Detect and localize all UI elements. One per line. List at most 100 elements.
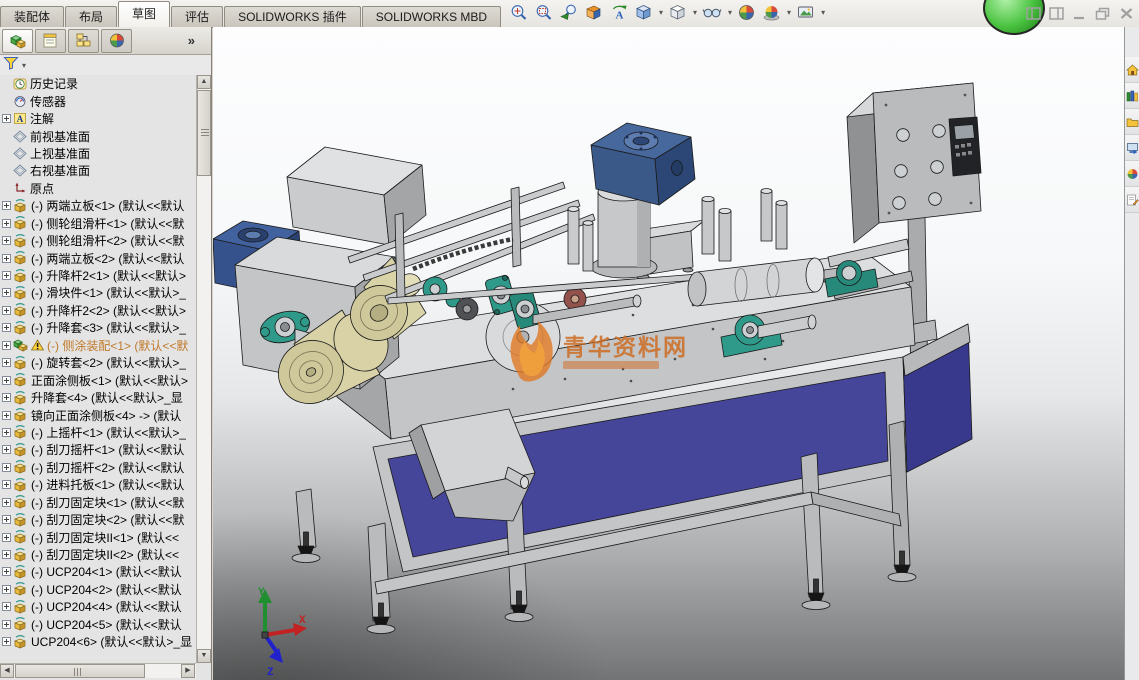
custom-properties-icon[interactable] <box>1125 187 1139 213</box>
close-button[interactable] <box>1119 7 1134 20</box>
filter-caret[interactable]: ▾ <box>22 61 26 70</box>
tab-草图[interactable]: 草图 <box>118 1 170 27</box>
expand-icon[interactable] <box>2 411 13 420</box>
view-orientation-icon[interactable] <box>633 2 654 23</box>
tab-布局[interactable]: 布局 <box>65 6 117 27</box>
display-style-caret[interactable]: ▾ <box>693 8 697 17</box>
tree-item[interactable]: (-) 刮刀固定块II<1> (默认<< <box>0 528 196 545</box>
tree-item[interactable]: (-) 升降杆2<2> (默认<<默认> <box>0 302 196 319</box>
tree-item[interactable]: (-) 升降杆2<1> (默认<<默认> <box>0 267 196 284</box>
tree-item[interactable]: 上视基准面 <box>0 145 196 162</box>
tab-装配体[interactable]: 装配体 <box>0 6 64 27</box>
solidworks-resources-icon[interactable] <box>1125 57 1139 83</box>
tree-item[interactable]: 镜向正面涂侧板<4> -> (默认 <box>0 406 196 423</box>
previous-view-icon[interactable] <box>558 2 579 23</box>
expand-icon[interactable] <box>2 393 13 402</box>
expand-icon[interactable] <box>2 376 13 385</box>
expand-icon[interactable] <box>2 236 13 245</box>
expand-icon[interactable] <box>2 637 13 646</box>
expand-icon[interactable] <box>2 219 13 228</box>
toggle-left-pane-button[interactable] <box>1026 7 1041 20</box>
section-view-icon[interactable] <box>583 2 604 23</box>
tree-item[interactable]: (-) UCP204<4> (默认<<默认 <box>0 598 196 615</box>
tree-vertical-scrollbar[interactable]: ▲ ▼ <box>196 75 211 663</box>
tree-item[interactable]: (-) 侧轮组滑杆<2> (默认<<默 <box>0 232 196 249</box>
view-settings-caret[interactable]: ▾ <box>821 8 825 17</box>
expand-icon[interactable] <box>2 498 13 507</box>
hide-show-items-icon[interactable] <box>701 2 723 23</box>
view-orientation-caret[interactable]: ▾ <box>659 8 663 17</box>
tree-item[interactable]: (-) 旋转套<2> (默认<<默认>_ <box>0 354 196 371</box>
tree-item[interactable]: 正面涂侧板<1> (默认<<默认> <box>0 371 196 388</box>
tree-item[interactable]: (-) 侧轮组滑杆<1> (默认<<默 <box>0 215 196 232</box>
expand-icon[interactable] <box>2 288 13 297</box>
scroll-down-arrow[interactable]: ▼ <box>197 649 211 663</box>
tab-SOLIDWORKS 插件[interactable]: SOLIDWORKS 插件 <box>224 6 361 27</box>
expand-icon[interactable] <box>2 550 13 559</box>
tree-item[interactable]: (-) 上摇杆<1> (默认<<默认>_ <box>0 424 196 441</box>
tree-item[interactable]: (-) UCP204<1> (默认<<默认 <box>0 563 196 580</box>
expand-icon[interactable] <box>2 515 13 524</box>
expand-icon[interactable] <box>2 533 13 542</box>
zoom-to-fit-icon[interactable] <box>508 2 529 23</box>
propertymanager-tab[interactable] <box>35 29 66 53</box>
expand-icon[interactable] <box>2 341 13 350</box>
tree-item[interactable]: (-) 滑块件<1> (默认<<默认>_ <box>0 284 196 301</box>
tree-item[interactable]: 原点 <box>0 180 196 197</box>
expand-icon[interactable] <box>2 306 13 315</box>
expand-icon[interactable] <box>2 428 13 437</box>
tree-item[interactable]: 历史记录 <box>0 75 196 92</box>
tree-item[interactable]: 传感器 <box>0 92 196 109</box>
panel-overflow-button[interactable]: » <box>188 33 195 48</box>
displaymanager-tab[interactable] <box>101 29 132 53</box>
tree-item[interactable]: A注解 <box>0 110 196 127</box>
tree-item[interactable]: (-) 刮刀摇杆<2> (默认<<默认 <box>0 459 196 476</box>
hide-show-items-caret[interactable]: ▾ <box>728 8 732 17</box>
expand-icon[interactable] <box>2 201 13 210</box>
horizontal-scroll-thumb[interactable] <box>15 664 145 678</box>
tree-item[interactable]: (-) 两端立板<1> (默认<<默认 <box>0 197 196 214</box>
tab-SOLIDWORKS MBD[interactable]: SOLIDWORKS MBD <box>362 6 501 27</box>
vertical-scroll-thumb[interactable] <box>197 90 211 176</box>
scroll-left-arrow[interactable]: ◀ <box>0 664 14 678</box>
expand-icon[interactable] <box>2 602 13 611</box>
expand-icon[interactable] <box>2 567 13 576</box>
expand-icon[interactable] <box>2 254 13 263</box>
tree-item[interactable]: 右视基准面 <box>0 162 196 179</box>
tree-horizontal-scrollbar[interactable]: ◀ ▶ <box>0 663 196 678</box>
tree-item[interactable]: (-) 刮刀固定块<2> (默认<<默 <box>0 511 196 528</box>
expand-icon[interactable] <box>2 585 13 594</box>
featuremanager-design-tree-tab[interactable] <box>2 29 33 53</box>
expand-icon[interactable] <box>2 480 13 489</box>
expand-icon[interactable] <box>2 271 13 280</box>
zoom-to-area-icon[interactable] <box>533 2 554 23</box>
configurationmanager-tab[interactable] <box>68 29 99 53</box>
restore-button[interactable] <box>1095 7 1111 20</box>
tree-item[interactable]: (-) UCP204<5> (默认<<默认 <box>0 616 196 633</box>
expand-icon[interactable] <box>2 323 13 332</box>
tree-item[interactable]: (-) 升降套<3> (默认<<默认>_ <box>0 319 196 336</box>
expand-icon[interactable] <box>2 445 13 454</box>
tree-item[interactable]: UCP204<6> (默认<<默认>_显 <box>0 633 196 650</box>
expand-icon[interactable] <box>2 358 13 367</box>
tree-item[interactable]: 前视基准面 <box>0 127 196 144</box>
view-palette-icon[interactable] <box>1125 135 1139 161</box>
expand-icon[interactable] <box>2 620 13 629</box>
tree-item[interactable]: (-) 进料托板<1> (默认<<默认 <box>0 476 196 493</box>
design-library-icon[interactable] <box>1125 83 1139 109</box>
toggle-right-pane-button[interactable] <box>1049 7 1064 20</box>
scroll-up-arrow[interactable]: ▲ <box>197 75 211 89</box>
tree-item[interactable]: (-) 两端立板<2> (默认<<默认 <box>0 249 196 266</box>
tree-item[interactable]: (-) 刮刀摇杆<1> (默认<<默认 <box>0 441 196 458</box>
view-settings-icon[interactable] <box>795 2 816 23</box>
filter-funnel-icon[interactable] <box>3 56 19 75</box>
graphics-viewport[interactable]: 青华资料网 Y X Z <box>213 27 1124 680</box>
apply-scene-caret[interactable]: ▾ <box>787 8 791 17</box>
tree-item[interactable]: (-) 刮刀固定块<1> (默认<<默 <box>0 494 196 511</box>
apply-scene-icon[interactable] <box>761 2 782 23</box>
scroll-right-arrow[interactable]: ▶ <box>181 664 195 678</box>
appearances-scenes-icon[interactable] <box>1125 161 1139 187</box>
tree-item[interactable]: 升降套<4> (默认<<默认>_显 <box>0 389 196 406</box>
display-style-icon[interactable] <box>667 2 688 23</box>
file-explorer-icon[interactable] <box>1125 109 1139 135</box>
